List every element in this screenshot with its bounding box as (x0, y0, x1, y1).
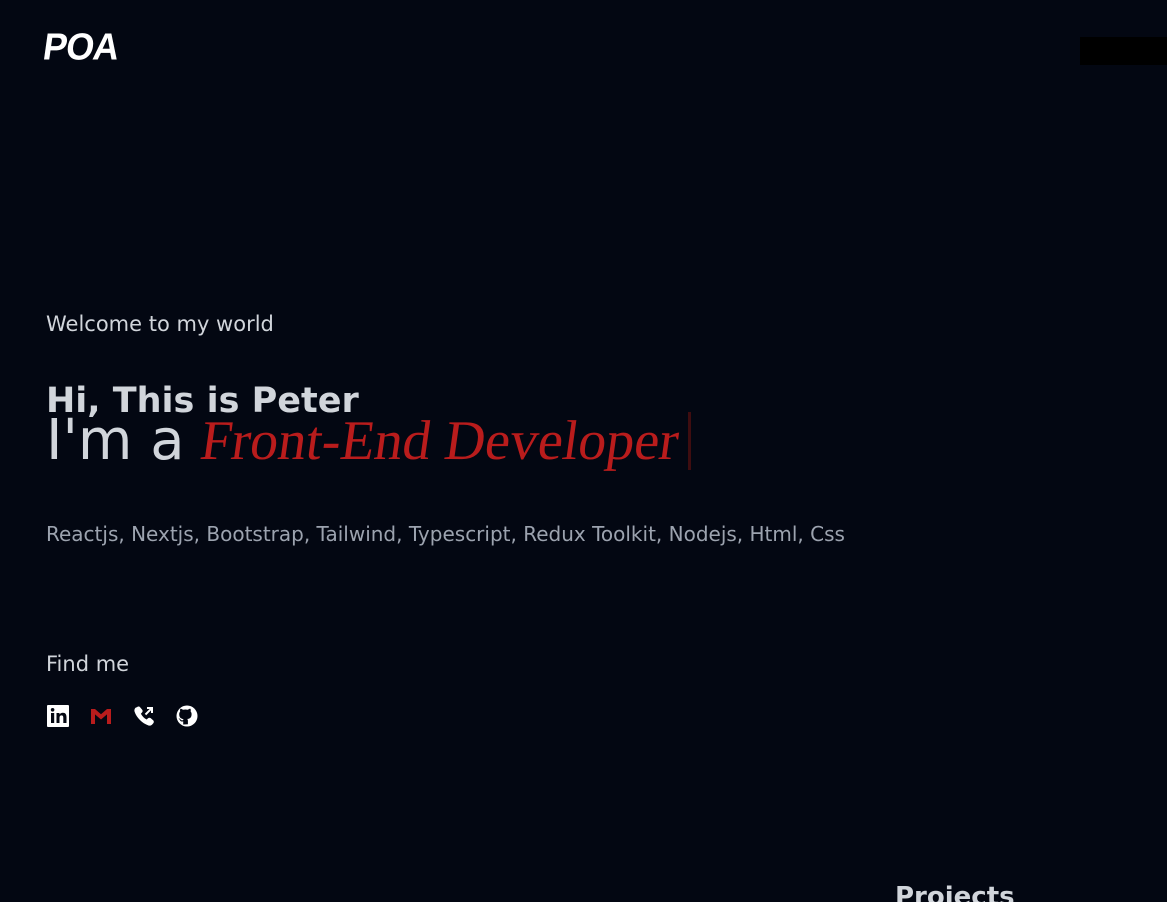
social-links (46, 704, 199, 728)
github-icon (176, 705, 198, 727)
github-link[interactable] (175, 704, 199, 728)
role-title: Front-End Developer (196, 410, 683, 472)
phone-link[interactable] (132, 704, 156, 728)
portfolio-page: POA Welcome to my world Hi, This is Pete… (0, 0, 1167, 902)
typing-cursor (688, 412, 691, 470)
phone-icon (134, 706, 154, 726)
projects-heading: Projects (895, 881, 1015, 902)
linkedin-link[interactable] (46, 704, 70, 728)
navigation-menu-button[interactable] (1080, 37, 1167, 65)
welcome-text: Welcome to my world (46, 312, 274, 336)
linkedin-icon (47, 705, 69, 727)
gmail-link[interactable] (89, 704, 113, 728)
role-prefix: I'm a (46, 408, 185, 473)
role-line: I'm a Front-End Developer (46, 405, 691, 477)
gmail-icon (91, 709, 111, 724)
skills-list: Reactjs, Nextjs, Bootstrap, Tailwind, Ty… (46, 522, 845, 546)
site-logo[interactable]: POA (40, 25, 121, 68)
find-me-label: Find me (46, 652, 130, 676)
